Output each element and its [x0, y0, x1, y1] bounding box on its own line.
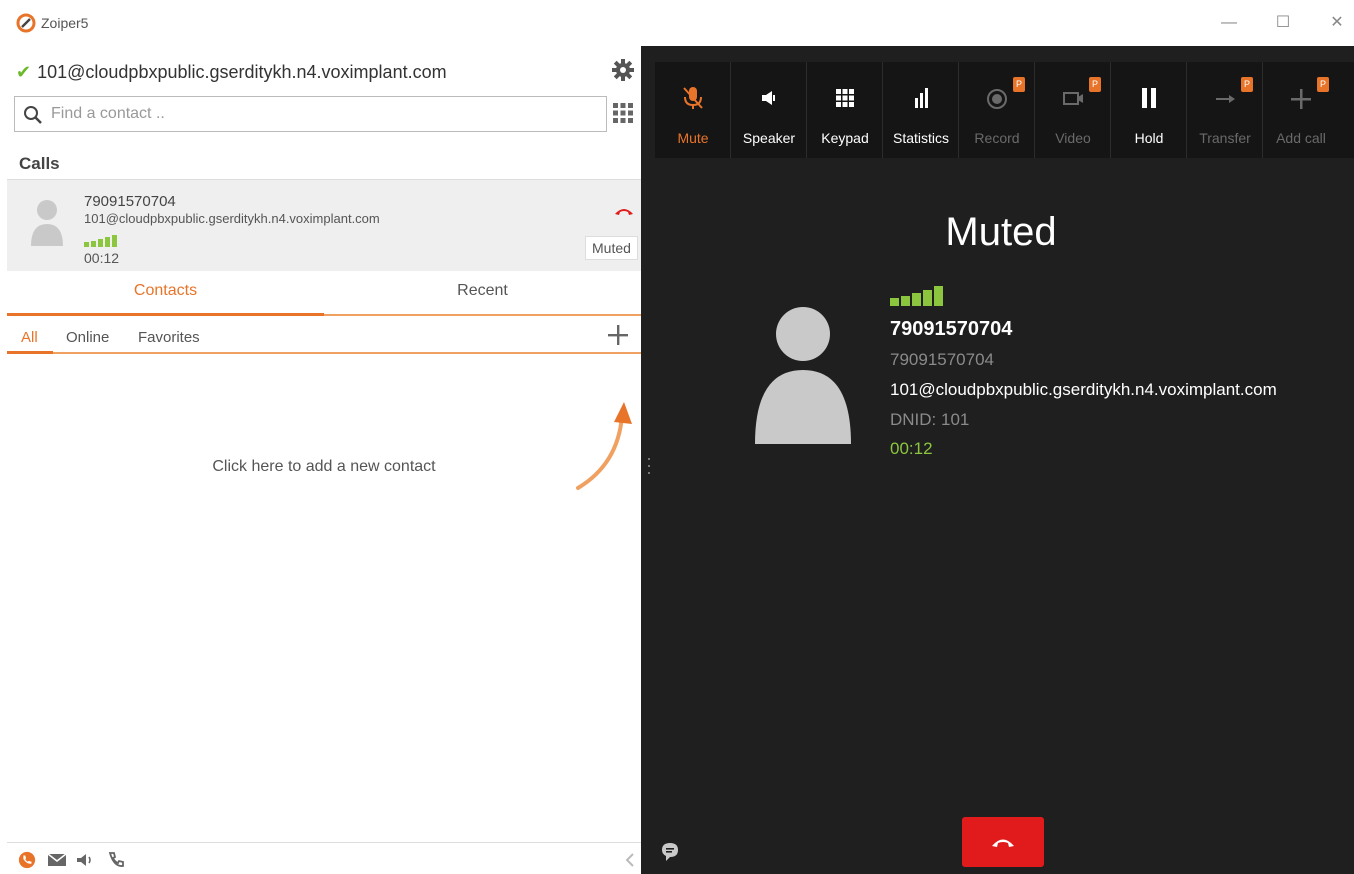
speaker-icon[interactable]: [75, 851, 95, 869]
call-state-text: Muted: [945, 210, 1057, 254]
hold-label: Hold: [1134, 130, 1164, 146]
search-icon: [24, 106, 42, 124]
active-filter-indicator: [7, 351, 53, 354]
title-bar: Zoiper5 — ☐ ✕: [0, 0, 1354, 46]
call-history-icon[interactable]: [107, 851, 127, 869]
video-button[interactable]: P Video: [1035, 62, 1111, 158]
hangup-icon[interactable]: [614, 206, 634, 216]
caller-subtitle: 79091570704: [890, 350, 995, 369]
bottom-toolbar: [7, 842, 641, 874]
add-contact-hint[interactable]: Click here to add a new contact: [0, 458, 648, 476]
curved-arrow-icon: [576, 402, 632, 490]
statistics-button[interactable]: Statistics: [883, 62, 959, 158]
filter-all[interactable]: All: [21, 329, 38, 346]
call-toolbar: Mute Speaker Keypad Statistics P Record …: [655, 62, 1354, 158]
speaker-icon: [762, 91, 775, 105]
contact-filter-tabs: All Online Favorites: [7, 316, 641, 354]
chat-icon[interactable]: [661, 842, 679, 862]
call-duration: 00:12: [84, 250, 120, 266]
signal-strength-icon: [84, 235, 117, 247]
active-call-panel: Mute Speaker Keypad Statistics P Record …: [641, 46, 1354, 874]
record-button[interactable]: P Record: [959, 62, 1035, 158]
hangup-icon: [992, 839, 1014, 847]
call-number: 79091570704: [84, 193, 176, 210]
dialpad-icon[interactable]: [612, 102, 634, 124]
hold-button[interactable]: Hold: [1111, 62, 1187, 158]
pause-icon: [1142, 88, 1156, 108]
collapse-icon[interactable]: [621, 851, 641, 869]
hangup-button[interactable]: [962, 817, 1044, 867]
gear-icon[interactable]: [611, 58, 635, 82]
add-contact-icon[interactable]: [607, 324, 629, 346]
account-status[interactable]: ✔ 101@cloudpbxpublic.gserditykh.n4.voxim…: [16, 60, 447, 84]
mute-button[interactable]: Mute: [655, 62, 731, 158]
caller-dnid: DNID: 101: [890, 410, 970, 429]
caller-sip-address: 101@cloudpbxpublic.gserditykh.n4.voximpl…: [890, 380, 1277, 399]
splitter-handle-icon[interactable]: [647, 456, 651, 476]
record-label: Record: [974, 130, 1020, 146]
window-title: Zoiper5: [41, 15, 89, 31]
mute-label: Mute: [677, 130, 709, 146]
minimize-button[interactable]: —: [1214, 10, 1244, 36]
add-call-button[interactable]: P Add call: [1263, 62, 1339, 158]
keypad-icon: [836, 89, 854, 107]
call-timer: 00:12: [890, 439, 933, 458]
video-label: Video: [1055, 130, 1091, 146]
caller-number: 79091570704: [890, 318, 1013, 340]
check-icon: ✔: [16, 61, 32, 82]
call-list-item[interactable]: 79091570704 101@cloudpbxpublic.gserdityk…: [7, 179, 641, 271]
video-icon: [1063, 92, 1083, 105]
zoiper-logo-icon: [16, 13, 36, 33]
pro-badge: P: [1013, 77, 1025, 92]
signal-strength-icon: [890, 286, 943, 306]
tab-recent[interactable]: Recent: [324, 282, 641, 300]
message-icon[interactable]: [47, 851, 67, 869]
avatar-icon: [31, 200, 63, 246]
filter-favorites[interactable]: Favorites: [138, 329, 200, 346]
maximize-button[interactable]: ☐: [1268, 10, 1298, 36]
record-icon: [987, 89, 1007, 109]
keypad-button[interactable]: Keypad: [807, 62, 883, 158]
search-box[interactable]: [14, 96, 607, 132]
transfer-icon: [1216, 95, 1235, 103]
tab-contacts[interactable]: Contacts: [7, 282, 324, 300]
search-input[interactable]: [51, 101, 591, 127]
zoiper-window: Zoiper5 — ☐ ✕ ✔ 101@cloudpbxpublic.gserd…: [0, 0, 1354, 874]
add-call-label: Add call: [1276, 130, 1326, 146]
add-call-icon: [1291, 89, 1311, 109]
statistics-icon: [915, 88, 928, 108]
close-button[interactable]: ✕: [1322, 10, 1352, 36]
pro-badge: P: [1241, 77, 1253, 92]
call-status-badge: Muted: [585, 236, 638, 260]
caller-avatar-icon: [755, 307, 851, 444]
account-address: 101@cloudpbxpublic.gserditykh.n4.voximpl…: [37, 61, 447, 82]
statistics-label: Statistics: [892, 130, 949, 146]
transfer-button[interactable]: P Transfer: [1187, 62, 1263, 158]
contacts-panel: ✔ 101@cloudpbxpublic.gserditykh.n4.voxim…: [0, 46, 641, 874]
call-sip-address: 101@cloudpbxpublic.gserditykh.n4.voximpl…: [84, 211, 380, 226]
filter-online[interactable]: Online: [66, 329, 109, 346]
pro-badge: P: [1317, 77, 1329, 92]
keypad-label: Keypad: [821, 130, 869, 146]
speaker-label: Speaker: [742, 130, 796, 146]
mic-muted-icon: [683, 87, 703, 109]
calls-header: Calls: [19, 154, 60, 173]
pro-badge: P: [1089, 77, 1101, 92]
transfer-label: Transfer: [1199, 130, 1251, 146]
phone-icon[interactable]: [17, 851, 37, 869]
contacts-tabs: Contacts Recent: [7, 272, 641, 316]
speaker-button[interactable]: Speaker: [731, 62, 807, 158]
